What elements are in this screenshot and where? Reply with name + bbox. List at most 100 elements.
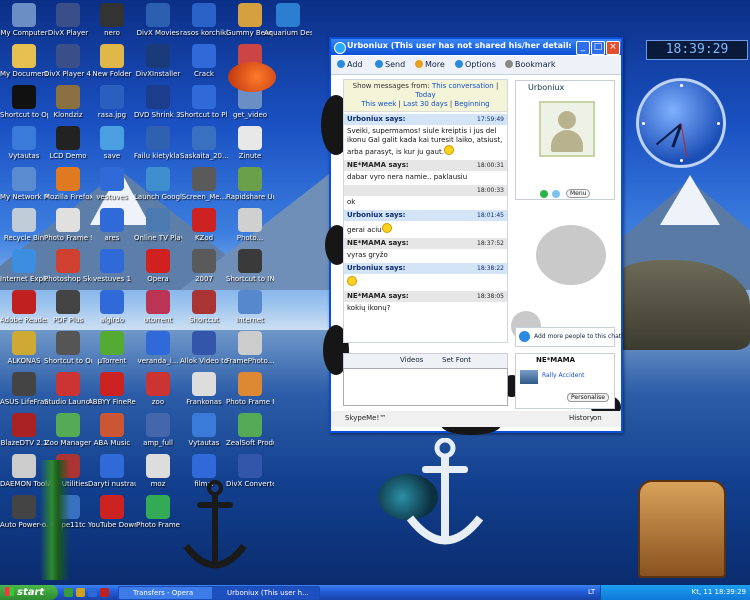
desktop-icon[interactable]: DivX Player 4.1 Profes... xyxy=(44,44,92,79)
desktop-icon[interactable]: Internet xyxy=(226,290,274,325)
skypeme-status[interactable]: SkypeMe!™ xyxy=(345,414,386,422)
desktop-icon[interactable]: ares xyxy=(88,208,136,243)
language-indicator[interactable]: LT xyxy=(588,588,595,596)
desktop-icon[interactable]: Shortcut to OnLineTv... xyxy=(44,331,92,366)
filter-this-conversation[interactable]: This conversation xyxy=(432,82,494,90)
desktop-icon[interactable]: Shortcut to Planeta Lietuva xyxy=(180,85,228,120)
desktop-icon[interactable]: My Documents xyxy=(0,44,48,79)
desktop-icon[interactable]: Klondziz xyxy=(44,85,92,120)
history-button[interactable]: History xyxy=(569,414,594,422)
desktop-icon[interactable]: DivX Movies xyxy=(134,3,182,38)
desktop-icon[interactable]: Photo... xyxy=(226,208,274,243)
desktop-icon[interactable]: Aquarium Desktop xyxy=(264,3,312,38)
desktop-icon[interactable]: vestuves xyxy=(88,167,136,202)
personalise-button[interactable]: Personalise xyxy=(567,393,609,402)
desktop-icon[interactable]: amp_full xyxy=(134,413,182,448)
call-icon[interactable] xyxy=(540,190,548,198)
tray-clock[interactable]: Kt, 11 18:39:29 xyxy=(692,588,746,596)
desktop-icon[interactable]: Opera xyxy=(134,249,182,284)
desktop-icon[interactable]: vestuves 1 xyxy=(88,249,136,284)
desktop-icon[interactable]: DVD Shrink 3.1 xyxy=(134,85,182,120)
add-people-button[interactable]: Add more people to this chat! xyxy=(515,327,624,347)
contact-menu-button[interactable]: Menu xyxy=(566,189,591,198)
desktop-icon[interactable]: Zinute xyxy=(226,126,274,161)
task-opera[interactable]: Transfers - Opera xyxy=(118,586,222,600)
desktop-icon[interactable]: Crack xyxy=(180,44,228,79)
start-button[interactable]: start xyxy=(0,585,58,600)
quicklaunch-icon[interactable] xyxy=(64,588,73,597)
desktop-icon[interactable]: Saskaita_20... xyxy=(180,126,228,161)
desktop-icon[interactable]: YouTube Downloader xyxy=(88,495,136,530)
bookmark-button[interactable]: Bookmark xyxy=(505,60,556,69)
desktop-icon[interactable]: algirdo xyxy=(88,290,136,325)
filter-last-30-days[interactable]: Last 30 days xyxy=(403,100,447,108)
group-item[interactable]: Rally Accident xyxy=(542,372,584,379)
desktop-icon[interactable]: Failu kietykla (zMule) xyxy=(134,126,182,161)
minimize-button[interactable]: _ xyxy=(576,41,590,55)
desktop-icon[interactable]: veranda_i... xyxy=(134,331,182,366)
desktop-icon[interactable]: nero xyxy=(88,3,136,38)
desktop-icon[interactable]: Allok Video to MP4 Conv... xyxy=(180,331,228,366)
desktop-icon[interactable]: My Computer xyxy=(0,3,48,38)
desktop-icon[interactable]: Daryti nustrau... xyxy=(88,454,136,489)
desktop-icon[interactable]: ZealSoft Products xyxy=(226,413,274,448)
task-skype[interactable]: Urboniux (This user h... xyxy=(212,586,320,600)
desktop-icon[interactable]: DivX Player xyxy=(44,3,92,38)
desktop-icon[interactable]: My Network Places xyxy=(0,167,48,202)
desktop-icon[interactable]: Vytautas xyxy=(0,126,48,161)
quicklaunch-icon[interactable] xyxy=(76,588,85,597)
close-button[interactable]: × xyxy=(606,41,620,55)
window-titlebar[interactable]: Urboniux (This user has not shared his/h… xyxy=(331,39,621,55)
desktop-icon[interactable]: ABA Music xyxy=(88,413,136,448)
send-button[interactable]: Send xyxy=(375,60,405,69)
more-button[interactable]: More xyxy=(415,60,445,69)
desktop-icon[interactable]: Shortcut to OpenBox5... xyxy=(0,85,48,120)
desktop-icon[interactable]: ASUS LifeFrame xyxy=(0,372,48,407)
desktop-icon[interactable]: rasos korchiki xyxy=(180,3,228,38)
desktop-icon[interactable]: rasa.jpg xyxy=(88,85,136,120)
filter-today[interactable]: Today xyxy=(415,91,435,99)
desktop-icon[interactable]: DivXInstaller xyxy=(134,44,182,79)
filter-beginning[interactable]: Beginning xyxy=(454,100,489,108)
desktop-icon[interactable]: Adobe Reader 7.0 xyxy=(0,290,48,325)
desktop-icon[interactable]: Recycle Bin xyxy=(0,208,48,243)
desktop-icon[interactable]: Photo Frame xyxy=(134,495,182,530)
desktop-icon[interactable]: zoo xyxy=(134,372,182,407)
desktop-icon[interactable]: Rapidshare Unlimited xyxy=(226,167,274,202)
desktop-icon[interactable]: ALKONAS xyxy=(0,331,48,366)
desktop-icon[interactable]: Photo Frame Show xyxy=(44,208,92,243)
filter-this-week[interactable]: This week xyxy=(361,100,396,108)
desktop-icon[interactable]: Screen_Me... xyxy=(180,167,228,202)
video-icon[interactable] xyxy=(552,190,560,198)
message-input[interactable] xyxy=(343,368,508,406)
group-name[interactable]: NE*MAMA xyxy=(536,356,575,364)
desktop-icon[interactable]: Internet Explorer xyxy=(0,249,48,284)
history-toggle[interactable]: on xyxy=(593,414,602,422)
desktop-icon[interactable]: ABBYY FineRead... xyxy=(88,372,136,407)
desktop-icon[interactable]: Vytautas xyxy=(180,413,228,448)
desktop-icon[interactable]: µTorrent xyxy=(88,331,136,366)
options-button[interactable]: Options xyxy=(455,60,496,69)
quicklaunch-icon[interactable] xyxy=(100,588,109,597)
desktop-icon[interactable]: Mozilla Firefox xyxy=(44,167,92,202)
maximize-button[interactable]: □ xyxy=(591,41,605,55)
desktop-icon[interactable]: BlazeDTV 2.1 xyxy=(0,413,48,448)
quicklaunch-icon[interactable] xyxy=(88,588,97,597)
desktop-icon[interactable]: PDF Plus xyxy=(44,290,92,325)
desktop-icon[interactable]: Photoshop Sketch xyxy=(44,249,92,284)
desktop-icon[interactable]: FramePhoto... xyxy=(226,331,274,366)
desktop-icon[interactable]: 2007 xyxy=(180,249,228,284)
desktop-icon[interactable]: utorrent xyxy=(134,290,182,325)
desktop-icon[interactable]: New Folder xyxy=(88,44,136,79)
desktop-icon[interactable]: KZod xyxy=(180,208,228,243)
desktop-icon[interactable]: save xyxy=(88,126,136,161)
desktop-icon[interactable]: Shortcut to INTERNET xyxy=(226,249,274,284)
desktop-icon[interactable]: Online TV Player xyxy=(134,208,182,243)
desktop-icon[interactable]: Zoo Manager xyxy=(44,413,92,448)
desktop-icon[interactable]: Studio Launcher xyxy=(44,372,92,407)
desktop-icon[interactable]: moz xyxy=(134,454,182,489)
avatar[interactable] xyxy=(539,101,595,157)
desktop-icon[interactable]: Photo Frame Maker xyxy=(226,372,274,407)
videos-button[interactable]: Videos xyxy=(400,356,423,364)
desktop-icon[interactable]: Shortcut xyxy=(180,290,228,325)
